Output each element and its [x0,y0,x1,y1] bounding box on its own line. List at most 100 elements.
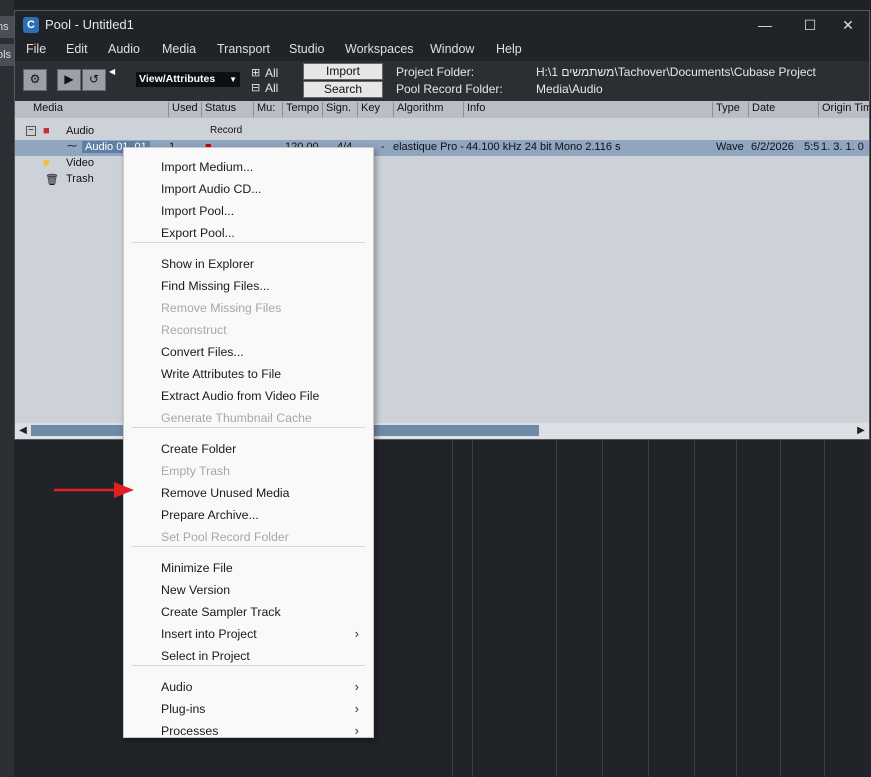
folder-icon: ■ [43,157,50,169]
menu-transport[interactable]: Transport [217,42,270,56]
menu-item-import-medium[interactable]: Import Medium... [161,160,253,174]
expand-all-label[interactable]: All [265,66,278,80]
menu-separator [132,427,365,428]
col-key[interactable]: Key [357,102,391,117]
menu-item-find-missing-files[interactable]: Find Missing Files... [161,279,270,293]
menu-item-import-audio-cd[interactable]: Import Audio CD... [161,182,261,196]
chevron-down-icon: ▼ [229,75,237,84]
menu-item-processes[interactable]: Processes [161,724,218,738]
col-used[interactable]: Used [168,102,202,117]
menu-edit[interactable]: Edit [66,42,88,56]
menu-studio[interactable]: Studio [289,42,324,56]
audio-item-origin: 1. 3. 1. 0 [821,141,864,153]
menu-separator [132,546,365,547]
column-header: Media Used Status Mu: Tempo Sign. Key Al… [15,101,871,118]
audio-folder-icon: ■ [43,125,50,137]
menu-item-minimize-file[interactable]: Minimize File [161,561,233,575]
pool-record-folder-path: Media\Audio [536,82,603,96]
menu-item-plug-ins[interactable]: Plug-ins [161,702,205,716]
left-panel-tab-2[interactable]: ols [0,44,14,66]
menu-help[interactable]: Help [496,42,522,56]
close-button[interactable]: ✕ [833,15,863,35]
col-media[interactable]: Media [15,102,183,117]
menu-item-create-sampler-track[interactable]: Create Sampler Track [161,605,281,619]
trash-icon: 🗑 [45,174,59,186]
record-label: Record [210,125,243,136]
menu-separator [132,242,365,243]
chevron-right-icon: › [354,701,359,716]
menu-item-select-in-project[interactable]: Select in Project [161,649,250,663]
expand-all-icon[interactable]: ⊞ [251,66,260,79]
col-sign[interactable]: Sign. [322,102,358,117]
menu-item-empty-trash: Empty Trash [161,464,231,478]
col-origin-time[interactable]: Origin Tim [818,102,871,117]
project-folder-path: H:\1 משתמשים\Tachover\Documents\Cubase P… [536,65,816,79]
menu-item-insert-into-project[interactable]: Insert into Project [161,627,257,641]
left-panel-tab-1[interactable]: ns [0,16,14,38]
context-menu: Import Medium... Import Audio CD... Import… [123,147,374,738]
audio-folder-label: Audio [66,125,95,137]
col-info[interactable]: Info [463,102,715,117]
menu-item-show-in-explorer[interactable]: Show in Explorer [161,257,254,271]
import-button[interactable]: Import [303,63,383,80]
minimize-button[interactable]: — [750,15,780,35]
menu-media[interactable]: Media [162,42,196,56]
col-algorithm[interactable]: Algorithm [393,102,465,117]
project-folder-label: Project Folder: [396,65,475,79]
menu-item-convert-files[interactable]: Convert Files... [161,345,244,359]
pool-record-folder-label: Pool Record Folder: [396,82,503,96]
scroll-right-icon[interactable]: ▶ [854,423,868,439]
menu-separator [132,665,365,666]
menu-bar: File Edit Audio Media Transport Studio W… [15,39,869,61]
chevron-right-icon: › [354,679,359,694]
loop-icon[interactable]: ↺ [82,69,106,91]
tree-row-audio-folder[interactable]: − ■ Audio Record [15,124,869,140]
view-select-value: View/Attributes [139,73,216,85]
collapse-all-icon[interactable]: ⊟ [251,81,260,94]
chevron-right-icon: › [354,723,359,738]
audio-item-date: 6/2/2026 [751,141,794,153]
menu-item-import-pool[interactable]: Import Pool... [161,204,234,218]
scroll-left-icon[interactable]: ◀ [16,423,30,439]
menu-item-remove-missing-files: Remove Missing Files [161,301,282,315]
menu-item-reconstruct: Reconstruct [161,323,227,337]
volume-arrow-icon[interactable]: ◀ [109,67,117,77]
menu-item-prepare-archive[interactable]: Prepare Archive... [161,508,259,522]
menu-window[interactable]: Window [430,42,474,56]
menu-item-write-attributes-to-file[interactable]: Write Attributes to File [161,367,281,381]
col-tempo[interactable]: Tempo [282,102,324,117]
menu-item-create-folder[interactable]: Create Folder [161,442,236,456]
pool-toolbar: ⚙ ▶ ↺ ◀ View/Attributes ▼ ⊞ All ⊟ All Im… [15,61,869,101]
collapse-toggle-icon[interactable]: − [26,126,36,136]
col-date[interactable]: Date [748,102,816,117]
menu-item-generate-thumbnail-cache: Generate Thumbnail Cache [161,411,312,425]
play-icon[interactable]: ▶ [57,69,81,91]
chevron-right-icon: › [354,626,359,641]
search-button[interactable]: Search [303,81,383,98]
menu-item-export-pool[interactable]: Export Pool... [161,226,235,240]
menu-item-remove-unused-media[interactable]: Remove Unused Media [161,486,290,500]
menu-file[interactable]: File [26,42,46,56]
audio-item-info: 44.100 kHz 24 bit Mono 2.116 s [466,141,621,153]
menu-item-audio[interactable]: Audio [161,680,192,694]
cubase-logo-icon: C [23,17,39,33]
collapse-all-label[interactable]: All [265,81,278,95]
audio-item-key: - [381,141,385,153]
settings-gear-icon[interactable]: ⚙ [23,69,47,91]
audio-item-date-tail: 5:5 [804,141,820,153]
menu-audio[interactable]: Audio [108,42,140,56]
audio-item-type: Wave [716,141,744,153]
view-attributes-select[interactable]: View/Attributes ▼ [136,72,240,87]
audio-item-algorithm: elastique Pro - [393,141,464,153]
title-bar[interactable]: C Pool - Untitled1 — ☐ ✕ [15,11,869,39]
video-folder-label: Video [66,157,94,169]
menu-item-extract-audio-from-video-file[interactable]: Extract Audio from Video File [161,389,319,403]
menu-item-new-version[interactable]: New Version [161,583,230,597]
col-status[interactable]: Status [201,102,255,117]
window-title: Pool - Untitled1 [45,17,134,32]
waveform-icon: ⁓ [67,141,77,152]
col-musical[interactable]: Mu: [253,102,281,117]
menu-workspaces[interactable]: Workspaces [345,42,414,56]
maximize-button[interactable]: ☐ [795,15,825,35]
col-type[interactable]: Type [712,102,746,117]
